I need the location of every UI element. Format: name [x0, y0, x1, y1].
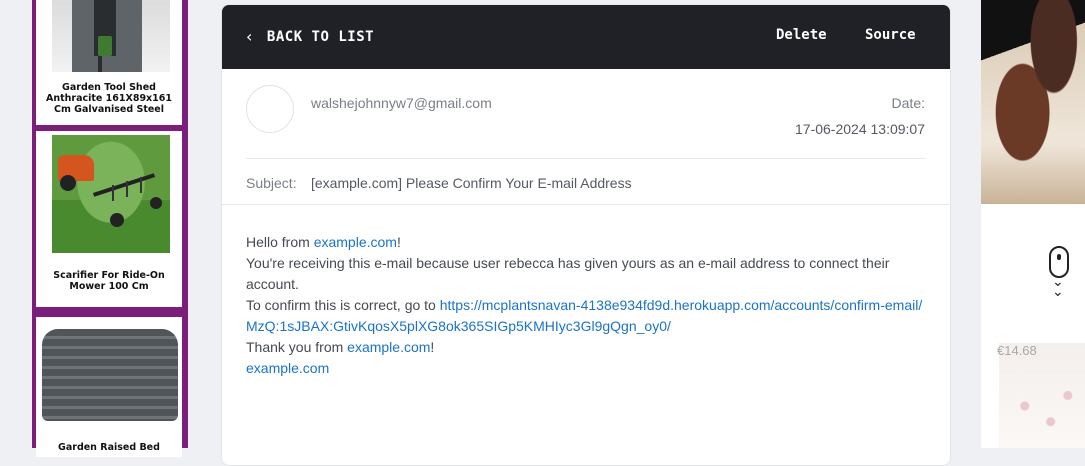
scarifier-image: [52, 135, 170, 253]
chevrons-down-icon: ⌄ ⌄: [1052, 274, 1064, 300]
garden-shed-image: [52, 0, 170, 72]
back-label: BACK TO LIST: [266, 28, 375, 45]
mower-wheel: [60, 175, 76, 191]
site-link[interactable]: example.com: [347, 339, 430, 355]
ad-title: Scarifier For Ride-On Mower 100 Cm: [53, 270, 165, 292]
mouse-wheel: [1057, 254, 1061, 260]
subject-text: [example.com] Please Confirm Your E-mail…: [311, 175, 632, 191]
chevron-left-icon: ‹: [246, 27, 253, 46]
divider: [246, 158, 926, 159]
body-line-thanks: Thank you from example.com!: [246, 337, 926, 358]
exclaim-text: !: [430, 339, 435, 355]
ad-title: Garden Tool Shed Anthracite 161X89x161 C…: [45, 82, 173, 115]
email-toolbar: ‹ BACK TO LIST Delete Source: [222, 5, 950, 69]
thanks-text: Thank you from: [246, 339, 348, 355]
email-card: ‹ BACK TO LIST Delete Source walshejohnn…: [221, 4, 951, 466]
scarifier-tine: [126, 181, 128, 197]
ad-raised-bed[interactable]: Garden Raised Bed: [36, 317, 182, 457]
scarifier-frame: [92, 173, 156, 197]
site-link[interactable]: example.com: [246, 360, 329, 376]
date-value: 17-06-2024 13:09:07: [795, 121, 925, 137]
left-ad-column: Garden Tool Shed Anthracite 161X89x161 C…: [32, 0, 188, 457]
email-body: Hello from example.com! You're receiving…: [246, 232, 926, 379]
ad-garden-shed[interactable]: Garden Tool Shed Anthracite 161X89x161 C…: [36, 0, 182, 125]
body-line-confirm: To confirm this is correct, go to https:…: [246, 295, 926, 337]
source-button[interactable]: Source: [865, 27, 916, 43]
product-price: €14.68: [997, 343, 1037, 358]
shed-tools: [98, 36, 112, 56]
divider: [222, 204, 950, 205]
sender-avatar: [246, 85, 294, 133]
right-ad-column: ⌄ ⌄ €14.68: [981, 0, 1085, 448]
sender-email: walshejohnnyw7@gmail.com: [311, 95, 492, 111]
confirm-text: To confirm this is correct, go to: [246, 297, 440, 313]
date-label: Date:: [891, 95, 925, 111]
exclaim-text: !: [396, 234, 401, 250]
ad-scarifier[interactable]: Scarifier For Ride-On Mower 100 Cm: [36, 131, 182, 307]
subject-label: Subject:: [246, 175, 297, 191]
body-line-signature: example.com: [246, 358, 926, 379]
body-line-reason: You're receiving this e-mail because use…: [246, 255, 890, 292]
delete-button[interactable]: Delete: [776, 27, 827, 43]
site-link[interactable]: example.com: [314, 234, 397, 250]
scarifier-tine: [140, 177, 142, 193]
scarifier-tine: [112, 185, 114, 201]
body-line-hello: Hello from example.com!: [246, 232, 926, 253]
swimwear-ad-image[interactable]: [981, 0, 1085, 204]
scarifier-wheel: [110, 213, 124, 227]
hello-text: Hello from: [246, 234, 314, 250]
scarifier-wheel: [150, 197, 162, 209]
back-to-list-button[interactable]: ‹ BACK TO LIST: [246, 27, 374, 46]
lingerie-ad-image[interactable]: [999, 343, 1085, 448]
raised-bed-image: [42, 329, 178, 421]
